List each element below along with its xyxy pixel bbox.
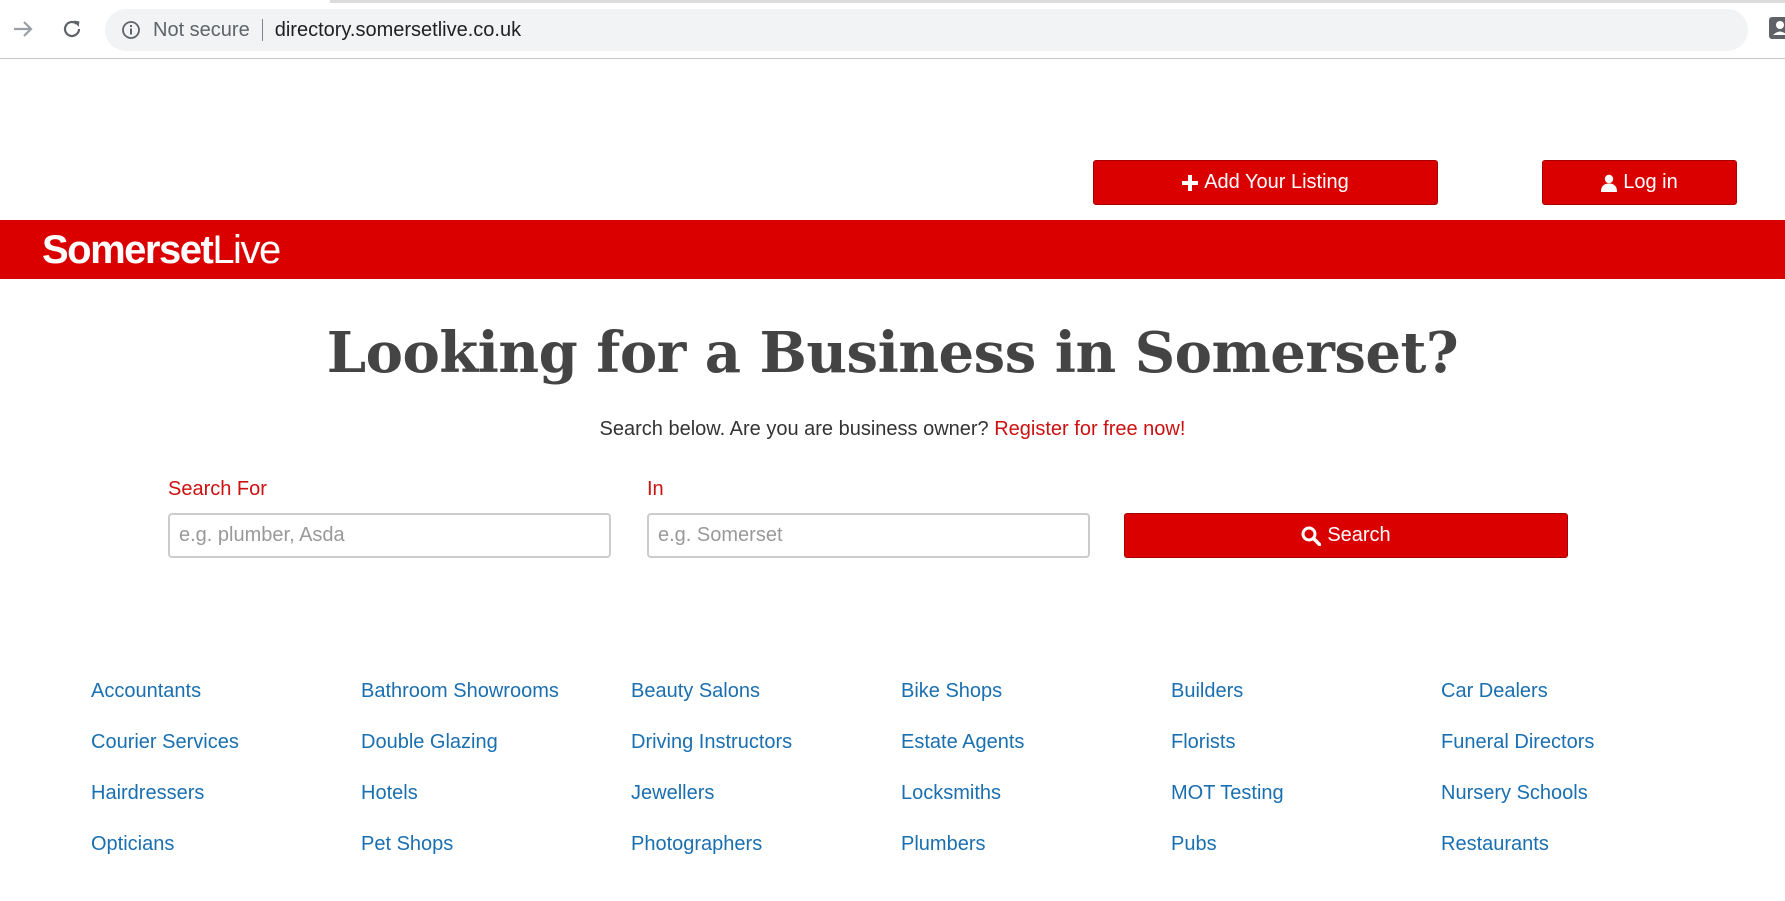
search-icon	[1301, 526, 1322, 546]
category-link[interactable]: Bike Shops	[901, 680, 1002, 703]
arrow-right-icon	[14, 21, 33, 37]
category-link[interactable]: Plumbers	[901, 833, 985, 856]
add-listing-label: Add Your Listing	[1204, 171, 1349, 193]
search-button[interactable]: Search	[1124, 513, 1568, 558]
category-link[interactable]: Bathroom Showrooms	[361, 680, 559, 703]
somersetlive-logo[interactable]: SomersetLive	[42, 228, 281, 272]
search-for-label: Search For	[168, 478, 267, 500]
category-link[interactable]: Double Glazing	[361, 731, 498, 754]
category-link[interactable]: Pubs	[1171, 833, 1217, 856]
page-title: Looking for a Business in Somerset?	[326, 320, 1459, 386]
category-link[interactable]: Driving Instructors	[631, 731, 792, 754]
reload-icon	[63, 20, 81, 38]
category-link[interactable]: Builders	[1171, 680, 1243, 703]
category-link[interactable]: Photographers	[631, 833, 762, 856]
browser-toolbar: Not secure directory.somersetlive.co.uk	[0, 0, 1785, 59]
category-link[interactable]: Funeral Directors	[1441, 731, 1594, 754]
reload-button[interactable]	[57, 14, 87, 44]
category-link[interactable]: Pet Shops	[361, 833, 453, 856]
category-link[interactable]: Nursery Schools	[1441, 782, 1588, 805]
site-banner: SomersetLive	[0, 220, 1785, 279]
search-button-label: Search	[1327, 524, 1391, 546]
tab-strip-edge	[330, 0, 1785, 3]
category-link[interactable]: MOT Testing	[1171, 782, 1284, 805]
hero-subtitle: Search below. Are you are business owner…	[0, 418, 1785, 441]
category-link[interactable]: Beauty Salons	[631, 680, 760, 703]
profile-icon[interactable]	[1768, 14, 1785, 42]
category-link[interactable]: Estate Agents	[901, 731, 1024, 754]
register-link[interactable]: Register for free now!	[994, 418, 1185, 440]
info-icon[interactable]	[121, 20, 141, 40]
login-button[interactable]: Log in	[1542, 160, 1737, 205]
user-icon	[1601, 174, 1618, 192]
url-text[interactable]: directory.somersetlive.co.uk	[275, 19, 521, 42]
add-listing-button[interactable]: Add Your Listing	[1093, 160, 1438, 205]
search-for-input[interactable]	[168, 513, 611, 558]
category-link[interactable]: Locksmiths	[901, 782, 1001, 805]
forward-button[interactable]	[8, 14, 38, 44]
category-link[interactable]: Car Dealers	[1441, 680, 1548, 703]
category-link[interactable]: Hotels	[361, 782, 418, 805]
category-link[interactable]: Restaurants	[1441, 833, 1549, 856]
category-link[interactable]: Courier Services	[91, 731, 239, 754]
category-link[interactable]: Accountants	[91, 680, 201, 703]
security-status: Not secure	[153, 18, 250, 41]
omnibox-divider	[261, 19, 263, 41]
category-link[interactable]: Opticians	[91, 833, 174, 856]
login-label: Log in	[1623, 171, 1678, 193]
category-grid: Accountants Bathroom Showrooms Beauty Salo…	[91, 680, 1711, 901]
search-in-label: In	[647, 478, 664, 500]
plus-icon	[1182, 174, 1199, 191]
search-in-input[interactable]	[647, 513, 1090, 558]
category-link[interactable]: Jewellers	[631, 782, 714, 805]
category-link[interactable]: Florists	[1171, 731, 1235, 754]
address-bar[interactable]: Not secure directory.somersetlive.co.uk	[105, 9, 1748, 51]
hero-subtitle-text: Search below. Are you are business owner…	[599, 418, 989, 440]
category-link[interactable]: Hairdressers	[91, 782, 204, 805]
